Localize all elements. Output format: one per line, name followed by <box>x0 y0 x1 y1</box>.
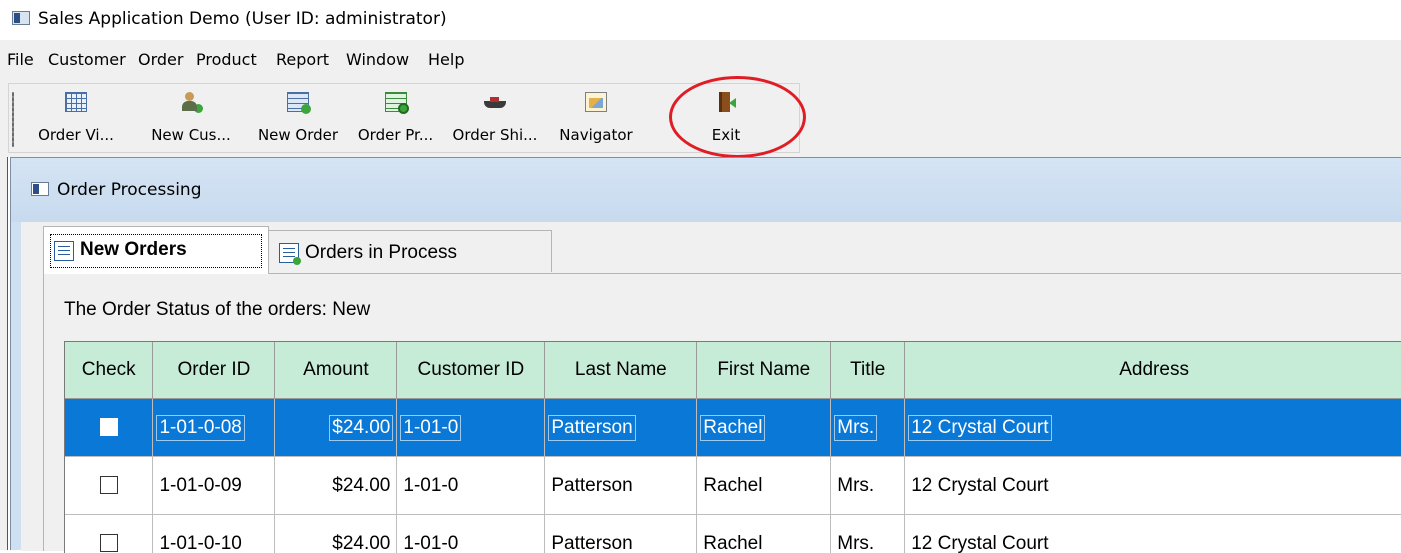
last-name-value: Patterson <box>548 473 635 499</box>
first-name-cell[interactable]: Rachel <box>697 457 831 515</box>
grid-header-row: Check Order ID Amount Customer ID Last N… <box>65 342 1401 399</box>
new-customer-icon <box>180 92 202 112</box>
title-value: Mrs. <box>834 415 877 441</box>
order-processing-label: Order Pr... <box>348 126 443 144</box>
check-cell[interactable] <box>65 457 153 515</box>
menu-bar: File Customer Order Product Report Windo… <box>0 40 1401 78</box>
menu-window[interactable]: Window <box>346 50 409 69</box>
order-view-button[interactable]: Order Vi... <box>31 90 121 150</box>
window-title: Sales Application Demo (User ID: adminis… <box>38 9 447 29</box>
app-window-icon[interactable] <box>12 11 30 25</box>
order-shipping-label: Order Shi... <box>443 126 547 144</box>
title-cell[interactable]: Mrs. <box>831 457 905 515</box>
table-row[interactable]: 1-01-0-08 $24.00 1-01-0 Patterson Rachel… <box>65 399 1401 457</box>
child-title-bar[interactable]: Order Processing <box>11 158 1401 222</box>
tab-orders-in-process-label: Orders in Process <box>305 242 457 264</box>
column-header-address[interactable]: Address <box>905 342 1401 399</box>
customer-id-cell[interactable]: 1-01-0 <box>397 399 545 457</box>
title-value: Mrs. <box>834 473 877 499</box>
customer-id-cell[interactable]: 1-01-0 <box>397 515 545 553</box>
child-client-area: New Orders Orders in Process The Order S… <box>21 222 1401 551</box>
new-customer-label: New Cus... <box>139 126 243 144</box>
row-checkbox[interactable] <box>100 476 118 494</box>
row-checkbox[interactable] <box>100 418 118 436</box>
order-id-cell[interactable]: 1-01-0-09 <box>153 457 275 515</box>
column-header-order-id[interactable]: Order ID <box>153 342 275 399</box>
table-row[interactable]: 1-01-0-09 $24.00 1-01-0 Patterson Rachel… <box>65 457 1401 515</box>
list-icon <box>54 241 74 261</box>
address-cell[interactable]: 12 Crystal Court <box>905 515 1401 553</box>
last-name-cell[interactable]: Patterson <box>545 399 697 457</box>
last-name-cell[interactable]: Patterson <box>545 515 697 553</box>
child-window-icon[interactable] <box>31 182 49 196</box>
column-header-last-name[interactable]: Last Name <box>545 342 697 399</box>
order-view-label: Order Vi... <box>31 126 121 144</box>
order-processing-button[interactable]: Order Pr... <box>348 90 443 150</box>
navigator-icon <box>585 92 607 112</box>
title-bar: Sales Application Demo (User ID: adminis… <box>0 0 1401 40</box>
new-order-label: New Order <box>248 126 348 144</box>
column-header-customer-id[interactable]: Customer ID <box>397 342 545 399</box>
menu-help[interactable]: Help <box>428 50 464 69</box>
order-id-value: 1-01-0-08 <box>156 415 244 441</box>
amount-value: $24.00 <box>329 415 393 441</box>
title-cell[interactable]: Mrs. <box>831 399 905 457</box>
order-id-value: 1-01-0-09 <box>156 473 244 499</box>
orders-grid[interactable]: Check Order ID Amount Customer ID Last N… <box>64 341 1401 553</box>
first-name-cell[interactable]: Rachel <box>697 515 831 553</box>
new-customer-button[interactable]: New Cus... <box>139 90 243 150</box>
new-order-icon <box>287 92 309 112</box>
menu-customer[interactable]: Customer <box>48 50 126 69</box>
address-value: 12 Crystal Court <box>908 415 1051 441</box>
address-cell[interactable]: 12 Crystal Court <box>905 399 1401 457</box>
first-name-value: Rachel <box>700 473 765 499</box>
tab-new-orders-label: New Orders <box>80 239 187 261</box>
first-name-value: Rachel <box>700 415 765 441</box>
order-processing-icon <box>385 92 407 112</box>
column-header-check[interactable]: Check <box>65 342 153 399</box>
navigator-button[interactable]: Navigator <box>553 90 639 150</box>
amount-cell[interactable]: $24.00 <box>275 515 397 553</box>
order-shipping-button[interactable]: Order Shi... <box>443 90 547 150</box>
menu-product[interactable]: Product <box>196 50 257 69</box>
menu-order[interactable]: Order <box>138 50 183 69</box>
order-processing-window: Order Processing New Orders Orders in Pr… <box>10 157 1401 550</box>
menu-report[interactable]: Report <box>276 50 329 69</box>
exit-highlight-annotation <box>669 76 806 158</box>
order-status-label: The Order Status of the orders: New <box>64 299 370 321</box>
column-header-amount[interactable]: Amount <box>275 342 397 399</box>
orders-table: Check Order ID Amount Customer ID Last N… <box>65 342 1401 553</box>
amount-cell[interactable]: $24.00 <box>275 399 397 457</box>
customer-id-cell[interactable]: 1-01-0 <box>397 457 545 515</box>
first-name-cell[interactable]: Rachel <box>697 399 831 457</box>
column-header-title[interactable]: Title <box>831 342 905 399</box>
last-name-value: Patterson <box>548 415 635 441</box>
amount-cell[interactable]: $24.00 <box>275 457 397 515</box>
address-cell[interactable]: 12 Crystal Court <box>905 457 1401 515</box>
order-shipping-icon <box>484 92 506 112</box>
tab-new-orders[interactable]: New Orders <box>43 226 269 274</box>
last-name-cell[interactable]: Patterson <box>545 457 697 515</box>
mdi-client-edge <box>0 157 8 550</box>
address-value: 12 Crystal Court <box>908 473 1051 499</box>
menu-file[interactable]: File <box>7 50 34 69</box>
toolbar-grip[interactable] <box>12 92 14 147</box>
order-id-cell[interactable]: 1-01-0-08 <box>153 399 275 457</box>
tab-orders-in-process[interactable]: Orders in Process <box>268 230 552 272</box>
order-view-icon <box>65 92 87 112</box>
customer-id-value: 1-01-0 <box>400 473 461 499</box>
process-list-icon <box>279 243 299 263</box>
title-cell[interactable]: Mrs. <box>831 515 905 553</box>
customer-id-value: 1-01-0 <box>400 415 461 441</box>
amount-value: $24.00 <box>329 473 393 499</box>
table-row[interactable]: 1-01-0-10 $24.00 1-01-0 Patterson Rachel… <box>65 515 1401 553</box>
new-order-button[interactable]: New Order <box>248 90 348 150</box>
tab-page-new-orders: The Order Status of the orders: New Chec… <box>43 273 1401 551</box>
column-header-first-name[interactable]: First Name <box>697 342 831 399</box>
check-cell[interactable] <box>65 515 153 553</box>
check-cell[interactable] <box>65 399 153 457</box>
child-window-title: Order Processing <box>57 180 202 200</box>
navigator-label: Navigator <box>553 126 639 144</box>
order-id-cell[interactable]: 1-01-0-10 <box>153 515 275 553</box>
